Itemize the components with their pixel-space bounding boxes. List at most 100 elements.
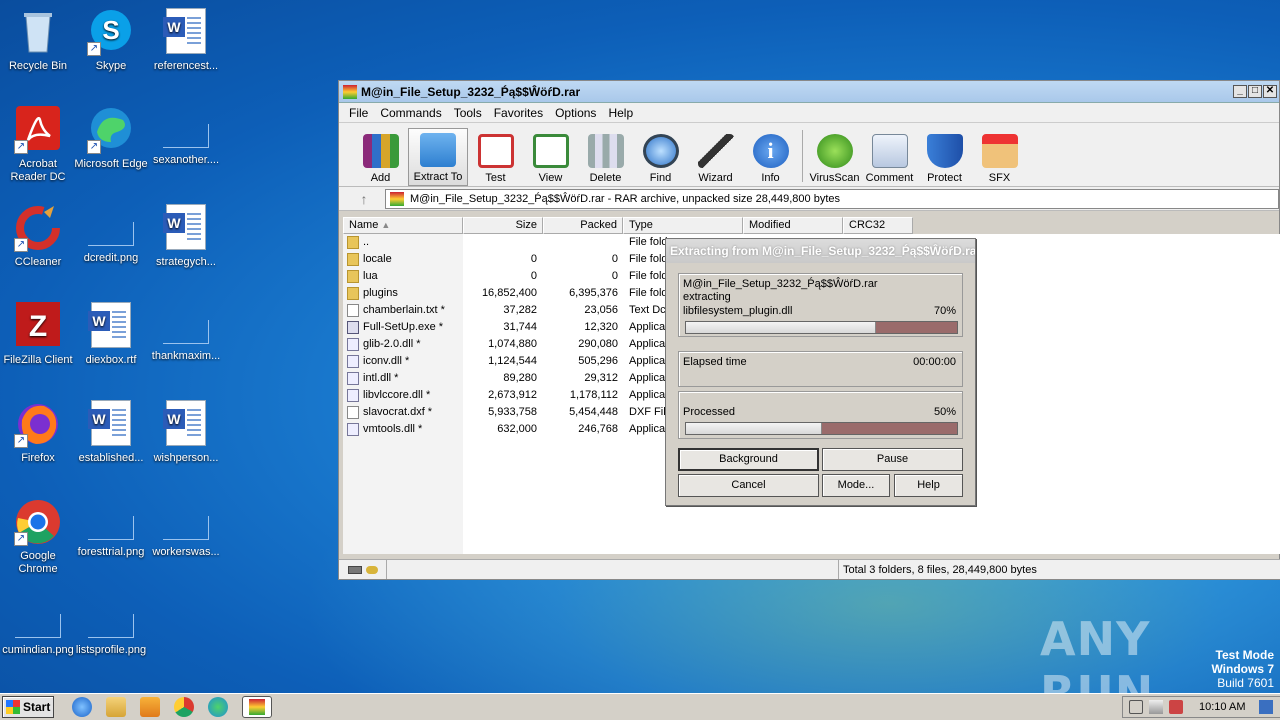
table-row[interactable]: lua 0 0 File fold	[343, 268, 673, 285]
archive-name: M@in_File_Setup_3232_Ṕą$$ŴöŕD.rar	[683, 278, 878, 290]
table-row[interactable]: chamberlain.txt * 37,282 23,056 Text Dc	[343, 302, 673, 319]
menu-favorites[interactable]: Favorites	[488, 106, 549, 120]
desktop-icon-label: Recycle Bin	[8, 60, 68, 72]
toolbar-sfx-button[interactable]: SFX	[972, 128, 1027, 186]
toolbar-comment-button[interactable]: Comment	[862, 128, 917, 186]
toolbar-wizard-button[interactable]: Wizard	[688, 128, 743, 186]
table-row[interactable]: Full-SetUp.exe * 31,744 12,320 Applicat	[343, 319, 673, 336]
current-file-name: libfilesystem_plugin.dll	[683, 305, 793, 317]
background-button[interactable]: Background	[678, 448, 819, 471]
desktop-icon-wishperson[interactable]: W wishperson...	[148, 400, 224, 465]
table-row[interactable]: plugins 16,852,400 6,395,376 File fold	[343, 285, 673, 302]
toolbar-find-button[interactable]: Find	[633, 128, 688, 186]
desktop-icon-cumindian[interactable]: cumindian.png	[0, 596, 76, 657]
taskbar-explorer-icon[interactable]	[106, 697, 126, 717]
menu-help[interactable]: Help	[602, 106, 639, 120]
dialog-title[interactable]: Extracting from M@in_File_Setup_3232_Ṕą$…	[666, 239, 975, 263]
cancel-button[interactable]: Cancel	[678, 474, 819, 497]
column-header-size[interactable]: Size	[463, 217, 543, 234]
desktop-icon-skype[interactable]: S ↗ Skype	[73, 8, 149, 73]
file-type: File fold	[629, 287, 668, 299]
desktop-icon-dcredit[interactable]: dcredit.png	[73, 204, 149, 265]
toolbar-add-button[interactable]: Add	[353, 128, 408, 186]
processed-panel: Processed 50%	[678, 391, 963, 439]
table-row[interactable]: iconv.dll * 1,124,544 505,296 Applicat	[343, 353, 673, 370]
elapsed-value: 00:00:00	[913, 356, 956, 368]
file-percent: 70%	[933, 305, 956, 317]
desktop-icon-listsprofile[interactable]: listsprofile.png	[73, 596, 149, 657]
action-center-icon[interactable]	[1169, 700, 1183, 714]
desktop-icon-chrome[interactable]: ↗ Google Chrome	[0, 498, 76, 576]
toolbar-delete-button[interactable]: Delete	[578, 128, 633, 186]
desktop-icon-established[interactable]: W established...	[73, 400, 149, 465]
desktop-icon-referencest[interactable]: W referencest...	[148, 8, 224, 73]
desktop-icon-acrobat[interactable]: ↗ Acrobat Reader DC	[0, 106, 76, 184]
file-type: File fold	[629, 236, 668, 248]
pause-button[interactable]: Pause	[822, 448, 963, 471]
desktop-icon-filezilla[interactable]: Z FileZilla Client	[0, 302, 76, 367]
table-row[interactable]: libvlccore.dll * 2,673,912 1,178,112 Applic…	[343, 387, 673, 404]
file-name: Full-SetUp.exe *	[363, 321, 444, 333]
window-titlebar[interactable]: M@in_File_Setup_3232_Ṕą$$ŴöŕD.rar _ □ ✕	[339, 81, 1279, 103]
desktop-icon-foresttrial[interactable]: foresttrial.png	[73, 498, 149, 559]
toolbar-virusscan-button[interactable]: VirusScan	[807, 128, 862, 186]
column-header-name[interactable]: Name ▲	[343, 217, 463, 234]
volume-icon[interactable]	[1129, 700, 1143, 714]
minimize-button[interactable]: _	[1233, 85, 1247, 98]
desktop-icon-label: referencest...	[153, 60, 219, 72]
desktop-icon-thankmaxim[interactable]: thankmaxim...	[148, 302, 224, 363]
taskbar-winrar-button[interactable]	[242, 696, 272, 718]
toolbar-info-button[interactable]: i Info	[743, 128, 798, 186]
column-header-modified[interactable]: Modified	[743, 217, 843, 234]
desktop-icon-sexanother[interactable]: sexanother....	[148, 106, 224, 167]
help-button[interactable]: Help	[894, 474, 963, 497]
svg-text:Z: Z	[29, 310, 47, 343]
file-type: Applicat	[629, 372, 669, 384]
menu-commands[interactable]: Commands	[374, 106, 447, 120]
desktop-icon-firefox[interactable]: ↗ Firefox	[0, 400, 76, 465]
desktop-icon-ccleaner[interactable]: ↗ CCleaner	[0, 204, 76, 269]
menu-tools[interactable]: Tools	[448, 106, 488, 120]
table-row[interactable]: intl.dll * 89,280 29,312 Applicat	[343, 370, 673, 387]
desktop-icon-recycle-bin[interactable]: Recycle Bin	[0, 8, 76, 73]
maximize-button[interactable]: □	[1248, 85, 1262, 98]
add-archive-icon	[362, 134, 399, 168]
network-icon[interactable]	[1149, 700, 1163, 714]
desktop-icon-diexbox[interactable]: W diexbox.rtf	[73, 302, 149, 367]
file-packed: 1,178,112	[569, 389, 618, 401]
start-button[interactable]: Start	[2, 696, 54, 718]
archive-path-field[interactable]: M@in_File_Setup_3232_Ṕą$$ŴöŕD.rar - RAR …	[385, 188, 1279, 209]
column-header-type[interactable]: Type	[623, 217, 743, 234]
table-row[interactable]: vmtools.dll * 632,000 246,768 Applicat	[343, 421, 673, 438]
taskbar-ie-icon[interactable]	[72, 697, 92, 717]
show-desktop-icon[interactable]	[1259, 700, 1274, 714]
taskbar-edge-icon[interactable]	[208, 697, 228, 717]
close-button[interactable]: ✕	[1263, 85, 1277, 98]
taskbar-media-player-icon[interactable]	[140, 697, 160, 717]
test-mode-line2: Windows 7	[1211, 662, 1274, 676]
mode-button[interactable]: Mode...	[822, 474, 890, 497]
toolbar-extract-to-button[interactable]: Extract To	[408, 128, 468, 186]
up-one-level-icon[interactable]: ↑	[343, 191, 385, 207]
table-row[interactable]: .. File fold	[343, 234, 673, 251]
column-header-crc32[interactable]: CRC32	[843, 217, 913, 234]
table-row[interactable]: locale 0 0 File fold	[343, 251, 673, 268]
desktop-icon-edge[interactable]: ↗ Microsoft Edge	[73, 106, 149, 171]
view-book-icon	[532, 134, 569, 168]
table-row[interactable]: slavocrat.dxf * 5,933,758 5,454,448 DXF Fil…	[343, 404, 673, 421]
desktop-icon-workerswas[interactable]: workerswas...	[148, 498, 224, 559]
column-header-packed[interactable]: Packed	[543, 217, 623, 234]
test-mode-notice: Test Mode Windows 7 Build 7601	[1211, 648, 1274, 690]
desktop-icon-strategych[interactable]: W strategych...	[148, 204, 224, 269]
clock[interactable]: 10:10 AM	[1199, 701, 1245, 713]
menu-options[interactable]: Options	[549, 106, 602, 120]
taskbar-chrome-icon[interactable]	[174, 697, 194, 717]
table-row[interactable]: glib-2.0.dll * 1,074,880 290,080 Applicat	[343, 336, 673, 353]
find-magnifier-icon	[642, 134, 679, 168]
toolbar-protect-button[interactable]: Protect	[917, 128, 972, 186]
menu-file[interactable]: File	[343, 106, 374, 120]
toolbar-view-button[interactable]: View	[523, 128, 578, 186]
toolbar-test-button[interactable]: Test	[468, 128, 523, 186]
extraction-dialog[interactable]: Extracting from M@in_File_Setup_3232_Ṕą$…	[665, 238, 976, 506]
status-drive-icons[interactable]	[339, 560, 387, 579]
